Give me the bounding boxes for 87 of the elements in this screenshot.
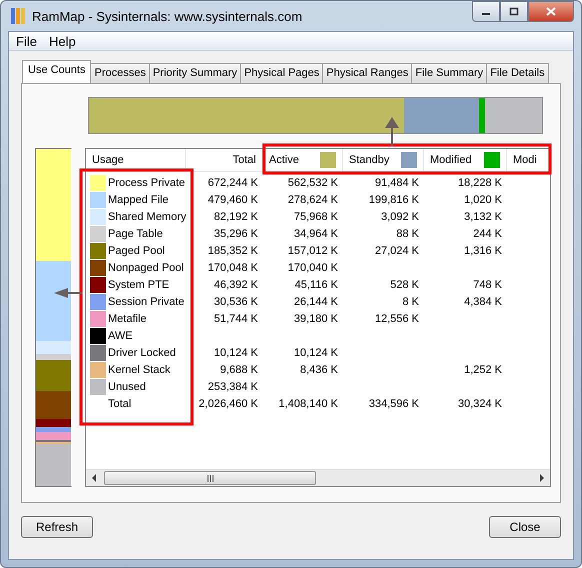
refresh-button[interactable]: Refresh [21,516,93,538]
scroll-thumb[interactable] [104,471,316,485]
usage-name: Page Table [108,228,163,240]
table-cell: 8,436 K [300,364,338,376]
table-cell: 157,012 K [288,244,338,256]
table-cell: 185,352 K [208,244,258,256]
table-cell: 199,816 K [368,194,419,206]
table-cell: 8 K [402,296,419,308]
tab[interactable]: Physical Ranges [322,63,412,83]
table-cell: 88 K [396,228,419,240]
usage-name: Session Private [108,296,184,308]
tab[interactable]: Physical Pages [240,63,324,83]
usage-name: Nonpaged Pool [108,262,184,274]
table-cell: 45,116 K [294,278,338,290]
table-cell: 39,180 K [294,312,338,324]
usage-name: Metafile [108,312,147,324]
grip-icon [206,474,214,482]
app-icon [10,7,26,25]
column-header[interactable]: Active [263,149,343,171]
column-header[interactable]: Standby [343,149,424,171]
table-cell: 479,460 K [208,194,258,206]
table-cell: 34,964 K [294,228,338,240]
table-cell: 170,048 K [208,262,258,274]
table-cell: 12,556 K [374,312,419,324]
table-cell: 4,384 K [464,296,502,308]
minimize-button[interactable] [472,1,500,22]
scroll-left-icon[interactable] [91,474,97,482]
table-cell: 26,144 K [294,296,338,308]
table-cell: 91,484 K [374,176,419,188]
table-cell: 30,324 K [458,398,502,410]
table-cell: 10,124 K [214,346,258,358]
usage-name: Kernel Stack [108,364,170,376]
table-cell: 10,124 K [294,346,338,358]
table-cell: 82,192 K [214,210,258,222]
maximize-icon [509,7,519,16]
close-icon[interactable] [528,1,574,22]
table-cell: 1,408,140 K [278,398,338,410]
tab[interactable]: File Details [486,63,549,83]
table-cell: 1,020 K [464,194,502,206]
usage-name: Driver Locked [108,346,176,358]
annotation-arrow [54,288,82,298]
usage-name: Paged Pool [108,244,165,256]
usage-name: System PTE [108,278,170,290]
table-cell: 278,624 K [288,194,338,206]
column-header[interactable]: Usage [86,149,186,171]
table-cell: 51,744 K [214,312,258,324]
table-cell: 35,296 K [214,228,258,240]
table-cell: 46,392 K [214,278,258,290]
table-cell: 2,026,460 K [198,398,258,410]
close-button[interactable]: Close [489,516,561,538]
table-cell: 3,132 K [464,210,502,222]
table-cell: 562,532 K [288,176,338,188]
tab[interactable]: Priority Summary [148,63,242,83]
horizontal-scrollbar[interactable] [86,469,550,486]
column-header[interactable]: Modified [424,149,507,171]
tab[interactable]: Use Counts [22,60,92,83]
table-cell: 75,968 K [294,210,338,222]
table-cell: 1,252 K [464,364,502,376]
scroll-right-icon[interactable] [539,474,545,482]
table-cell: 9,688 K [220,364,258,376]
column-header[interactable]: Total [186,149,263,171]
table-cell: 748 K [473,278,502,290]
usage-name: Total [108,398,132,410]
annotation-arrow [385,117,399,146]
table-cell: 30,536 K [214,296,258,308]
table-cell: 244 K [473,228,502,240]
tab[interactable]: File Summary [411,63,488,83]
table-cell: 27,024 K [374,244,419,256]
table-cell: 18,228 K [458,176,502,188]
table-cell: 170,040 K [288,262,338,274]
window-title: RamMap - Sysinternals: www.sysinternals.com [32,8,302,24]
table-cell: 1,316 K [464,244,502,256]
tab[interactable]: Processes [90,63,150,83]
table-cell: 3,092 K [381,210,419,222]
table-cell: 253,384 K [208,380,258,392]
usage-name: Unused [108,380,146,392]
maximize-button[interactable] [500,1,528,22]
table-cell: 334,596 K [368,398,419,410]
column-header[interactable]: Modi [507,149,550,171]
table-cell: 672,244 K [208,176,258,188]
usage-name: Mapped File [108,194,169,206]
menu-item[interactable]: File [12,34,41,48]
usage-name: AWE [108,330,133,342]
table-cell: 528 K [390,278,419,290]
usage-name: Shared Memory [108,210,186,222]
menu-item[interactable]: Help [44,34,80,48]
usage-name: Process Private [108,176,186,188]
